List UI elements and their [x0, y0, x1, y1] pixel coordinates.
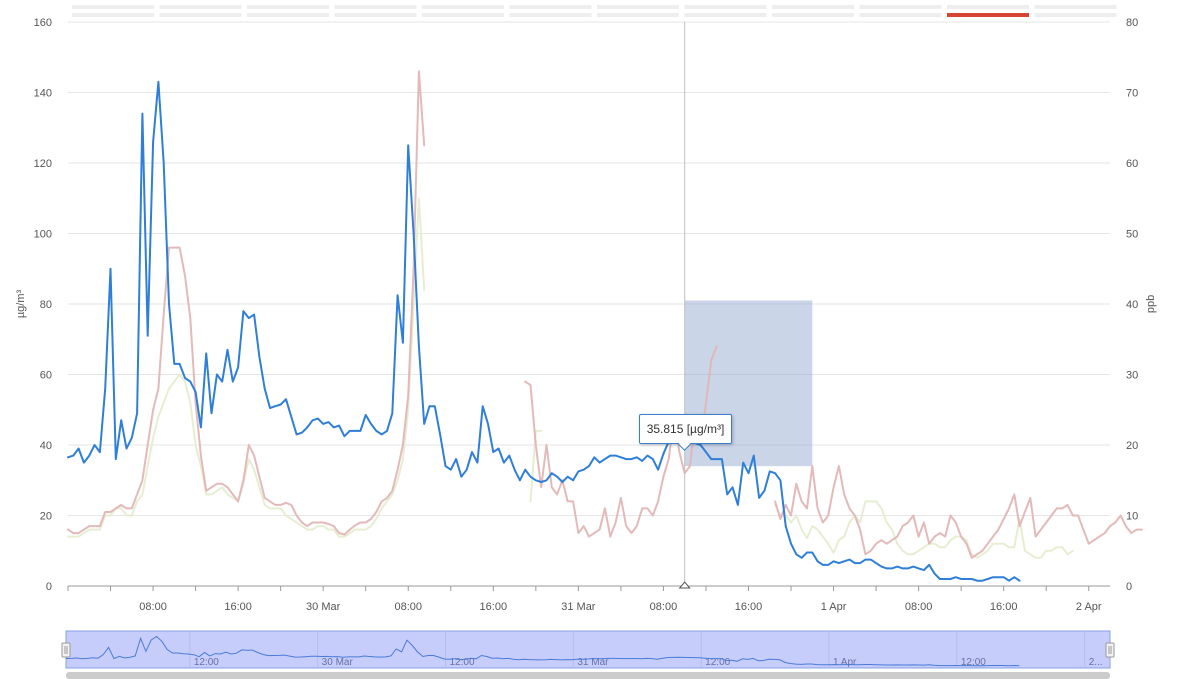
- x-tick-label: 08:00: [139, 601, 167, 613]
- series-line-0[interactable]: [67, 80, 1021, 582]
- y-left-tick-label: 20: [40, 511, 52, 523]
- range-tab-11[interactable]: [1034, 13, 1117, 17]
- range-tab-6[interactable]: [597, 13, 679, 17]
- axes: 0 20 40 60 80 100 120 140 160 0 10 20 30 40 50 60 70 80 µg…: [15, 17, 1157, 613]
- x-tick-label: 16:00: [480, 601, 508, 613]
- navigator-tick-label: 1 Apr: [833, 657, 857, 668]
- y-right-axis-title: ppb: [1145, 295, 1157, 313]
- range-tab-top-4[interactable]: [422, 5, 504, 9]
- y-right-tick-label: 20: [1126, 440, 1138, 452]
- y-left-axis-title: µg/m³: [15, 289, 27, 318]
- x-tick-label: 2 Apr: [1076, 601, 1102, 613]
- x-tick-label: 16:00: [224, 601, 252, 613]
- navigator-tick-label: 30 Mar: [322, 657, 354, 668]
- range-tab-top-6[interactable]: [597, 5, 679, 9]
- range-tabs[interactable]: [72, 5, 1117, 17]
- x-tick-label: 08:00: [650, 601, 678, 613]
- y-right-tick-label: 80: [1126, 17, 1138, 29]
- range-tab-top-10[interactable]: [947, 5, 1029, 9]
- y-left-tick-label: 160: [34, 17, 52, 29]
- x-tick-label: 30 Mar: [306, 601, 341, 613]
- x-tick-label: 08:00: [394, 601, 422, 613]
- x-tick-label: 16:00: [735, 601, 763, 613]
- range-tab-top-8[interactable]: [772, 5, 854, 9]
- y-left-tick-label: 140: [34, 88, 52, 100]
- y-left-tick-label: 60: [40, 370, 52, 382]
- y-right-tick-label: 60: [1126, 158, 1138, 170]
- chart-root: 0 20 40 60 80 100 120 140 160 0 10 20 30 40 50 60 70 80 µg…: [15, 5, 1157, 679]
- y-left-tick-label: 120: [34, 158, 52, 170]
- y-left-tick-label: 40: [40, 440, 52, 452]
- y-right-tick-label: 0: [1126, 581, 1132, 593]
- navigator[interactable]: 12:00 30 Mar 12:00 31 Mar 12:00 1 Apr 12:00 2..…: [61, 630, 1115, 679]
- range-tab-top-2[interactable]: [247, 5, 329, 9]
- range-tab-top-0[interactable]: [72, 5, 154, 9]
- range-tab-1[interactable]: [159, 13, 242, 17]
- range-tab-top-5[interactable]: [509, 5, 592, 9]
- series-line-1[interactable]: [67, 70, 1143, 559]
- range-tab-5[interactable]: [509, 13, 592, 17]
- range-tab-8[interactable]: [772, 13, 854, 17]
- x-tick-label: 1 Apr: [821, 601, 847, 613]
- range-tab-4[interactable]: [422, 13, 504, 17]
- range-tab-top-11[interactable]: [1034, 5, 1117, 9]
- range-tab-top-9[interactable]: [859, 5, 942, 9]
- x-tick-label: 08:00: [905, 601, 933, 613]
- y-right-tick-label: 50: [1126, 229, 1138, 241]
- range-tab-top-3[interactable]: [334, 5, 417, 9]
- range-tab-9[interactable]: [859, 13, 942, 17]
- y-right-tick-label: 40: [1126, 299, 1138, 311]
- y-left-tick-label: 0: [46, 581, 52, 593]
- range-tab-10[interactable]: [947, 13, 1029, 17]
- scrollbar[interactable]: [66, 672, 1110, 679]
- x-tick-label: 16:00: [990, 601, 1018, 613]
- navigator-tick-label: 2...: [1089, 657, 1103, 668]
- y-left-tick-label: 80: [40, 299, 52, 311]
- range-tab-7[interactable]: [684, 13, 767, 17]
- range-tab-top-7[interactable]: [684, 5, 767, 9]
- navigator-tick-label: 12:00: [194, 657, 219, 668]
- crosshair-marker: [678, 581, 691, 589]
- gridlines: [68, 21, 1110, 587]
- series-lines[interactable]: [67, 70, 1143, 582]
- range-tab-0[interactable]: [72, 13, 154, 17]
- y-right-tick-label: 10: [1126, 511, 1138, 523]
- range-tab-top-1[interactable]: [159, 5, 242, 9]
- y-right-tick-label: 70: [1126, 88, 1138, 100]
- navigator-handle-left[interactable]: [61, 642, 71, 658]
- x-tick-label: 31 Mar: [561, 601, 596, 613]
- range-tab-2[interactable]: [247, 13, 329, 17]
- range-tab-3[interactable]: [334, 13, 417, 17]
- navigator-handle-right[interactable]: [1105, 642, 1115, 658]
- y-left-tick-label: 100: [34, 229, 52, 241]
- navigator-tick-label: 12:00: [961, 657, 986, 668]
- tooltip-value: 35.815 [µg/m³]: [646, 422, 725, 436]
- y-right-tick-label: 30: [1126, 370, 1138, 382]
